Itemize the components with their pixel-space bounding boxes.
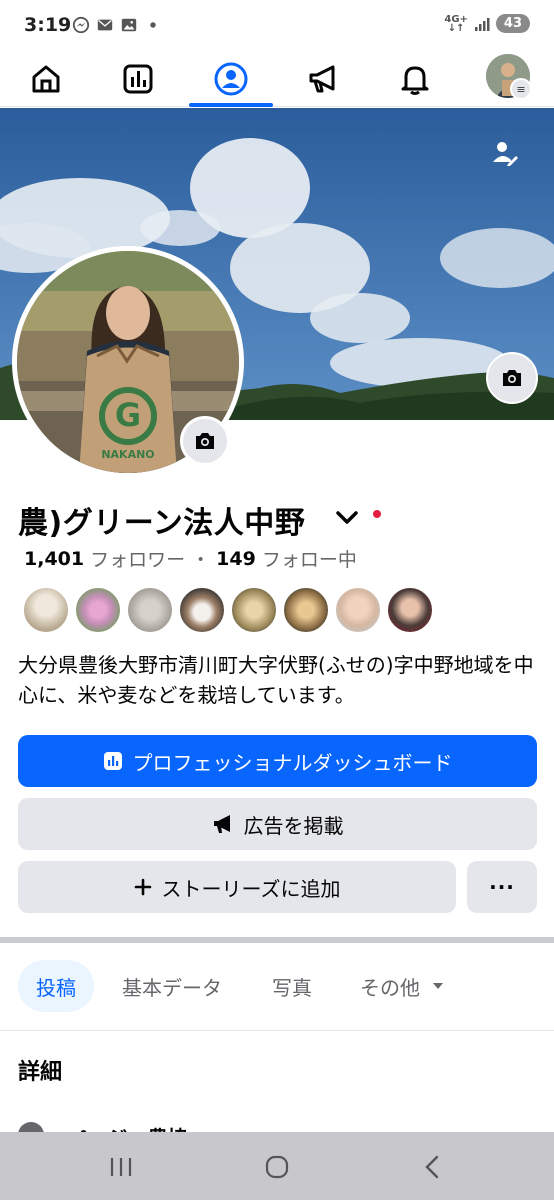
recent-apps-icon — [110, 1158, 132, 1176]
status-notification-icons — [72, 16, 162, 34]
follower-avatar[interactable] — [74, 586, 122, 634]
home-circle-icon — [265, 1155, 289, 1179]
home-icon — [32, 65, 60, 92]
tab-posts-label: 投稿 — [36, 975, 76, 1000]
more-options-button[interactable]: ··· — [467, 861, 537, 913]
follower-avatar[interactable] — [282, 586, 330, 634]
chevron-down-icon[interactable] — [334, 504, 360, 530]
status-bar: 3:19 4G+ ↓↑ 43 — [0, 0, 554, 50]
follower-avatar[interactable] — [334, 586, 382, 634]
edit-profile-icon[interactable] — [488, 136, 522, 170]
page-name: 農)グリーン法人中野 — [18, 506, 306, 541]
notification-dot — [373, 510, 381, 518]
image-icon — [121, 18, 137, 32]
tab-photos[interactable]: 写真 — [254, 960, 330, 1012]
network-indicator: 4G+ ↓↑ — [444, 13, 468, 34]
signal-icon — [474, 17, 490, 31]
camera-icon — [196, 433, 214, 449]
tab-about[interactable]: 基本データ — [104, 960, 240, 1012]
follower-avatars — [22, 586, 438, 634]
person-circle-icon — [214, 62, 248, 95]
battery-indicator: 43 — [495, 14, 530, 33]
nav-tab-ads[interactable] — [281, 50, 365, 107]
tab-divider — [0, 1030, 554, 1031]
profile-tabs: 投稿 基本データ 写真 その他 — [0, 960, 554, 1014]
nav-tab-notifications[interactable] — [373, 50, 457, 107]
professional-dashboard-label: プロフェッショナルダッシュボード — [132, 750, 453, 775]
tab-about-label: 基本データ — [122, 975, 222, 1000]
advertise-button[interactable]: 広告を掲載 — [18, 798, 537, 850]
nav-tab-dashboard[interactable] — [96, 50, 180, 107]
info-icon — [18, 1122, 44, 1132]
details-heading: 詳細 — [18, 1060, 63, 1085]
followers-count[interactable]: 1,401 — [24, 548, 84, 570]
professional-dashboard-button[interactable]: プロフェッショナルダッシュボード — [18, 735, 537, 787]
plus-icon — [134, 878, 151, 896]
top-navigation — [0, 50, 554, 107]
follower-avatar[interactable] — [386, 586, 434, 634]
following-count[interactable]: 149 — [216, 548, 256, 570]
back-button[interactable] — [418, 1152, 448, 1182]
advertise-label: 広告を掲載 — [243, 813, 344, 838]
caret-down-icon — [433, 983, 443, 989]
add-story-button[interactable]: ストーリーズに追加 — [18, 861, 456, 913]
followers-label[interactable]: フォロワー — [90, 545, 185, 572]
more-options-icon: ··· — [489, 875, 515, 899]
follow-stats: 1,401 フォロワー ・ 149 フォロー中 — [24, 545, 357, 572]
status-system-icons: 4G+ ↓↑ 43 — [444, 14, 530, 33]
stats-separator: ・ — [191, 549, 211, 571]
profile-camera-button[interactable] — [180, 416, 230, 466]
status-time: 3:19 — [24, 14, 72, 36]
detail-item-category: ページ・農協 — [18, 1118, 318, 1132]
detail-item-text: ページ・農協 — [68, 1122, 188, 1132]
tab-more-label: その他 — [360, 975, 420, 1000]
recent-apps-button[interactable] — [106, 1152, 136, 1182]
menu-icon[interactable]: ≡ — [510, 78, 532, 100]
follower-avatar[interactable] — [22, 586, 70, 634]
follower-avatar[interactable] — [230, 586, 278, 634]
active-tab-indicator — [189, 103, 273, 107]
page-bio: 大分県豊後大野市清川町大字伏野(ふせの)字中野地域を中心に、米や麦などを栽培して… — [18, 653, 534, 707]
person-edit-icon — [493, 142, 518, 166]
tab-more[interactable]: その他 — [342, 960, 464, 1012]
bar-chart-icon — [103, 752, 122, 770]
tab-posts[interactable]: 投稿 — [18, 960, 94, 1012]
follower-avatar[interactable] — [178, 586, 226, 634]
nav-tab-home[interactable] — [4, 50, 88, 107]
megaphone-icon — [309, 65, 335, 92]
bell-icon — [401, 66, 429, 95]
camera-icon — [503, 370, 521, 386]
megaphone-icon — [213, 815, 230, 833]
add-story-label: ストーリーズに追加 — [161, 876, 341, 901]
bag-logo-letter: G — [115, 396, 141, 434]
tab-photos-label: 写真 — [272, 975, 312, 1000]
cover-camera-button[interactable] — [486, 352, 538, 404]
nav-tab-profile[interactable] — [189, 50, 273, 107]
bar-chart-icon — [123, 64, 153, 93]
follower-avatar[interactable] — [126, 586, 174, 634]
system-navigation-bar — [0, 1132, 554, 1200]
dot-icon — [150, 22, 156, 28]
mail-icon — [97, 19, 113, 31]
section-divider — [0, 937, 554, 943]
messenger-icon — [72, 16, 90, 34]
home-button[interactable] — [262, 1152, 292, 1182]
back-chevron-icon — [425, 1155, 439, 1179]
following-label[interactable]: フォロー中 — [262, 545, 357, 572]
bag-logo-text: NAKANO — [101, 448, 154, 461]
